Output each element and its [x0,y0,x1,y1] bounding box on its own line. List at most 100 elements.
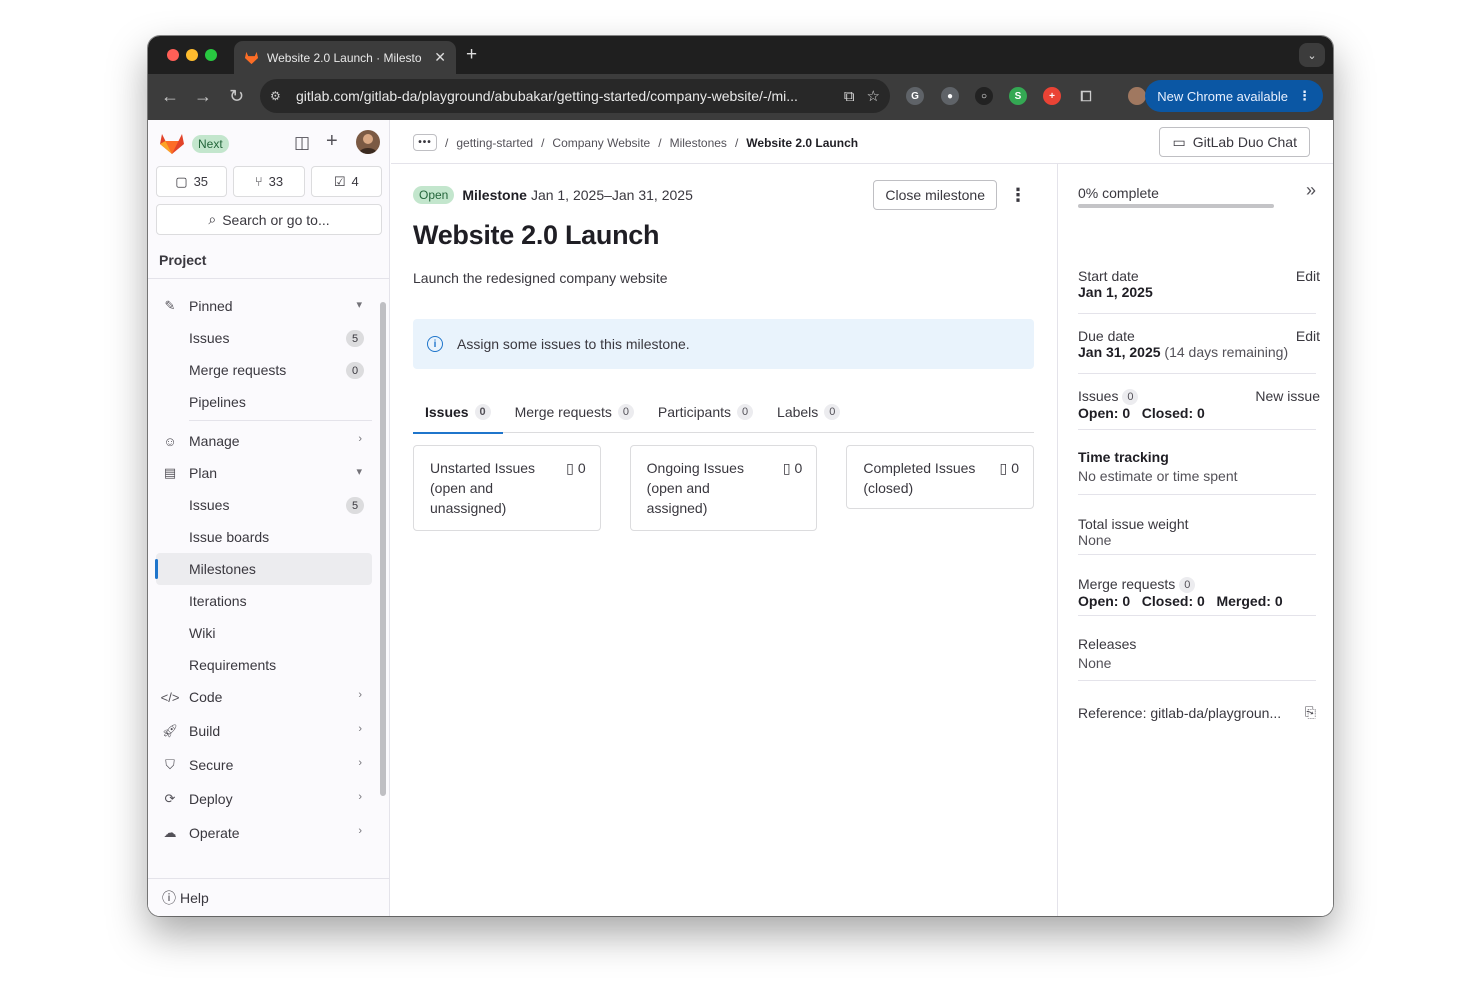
maximize-window-button[interactable] [205,49,217,61]
merge-requests-block: Merge requests 0 Open: 0 Closed: 0 Merged… [1078,576,1316,616]
red-extension-icon[interactable]: + [1043,87,1061,105]
issues-stats: Open: 0 Closed: 0 [1078,405,1316,421]
gitlab-page: Next ◫ + ▢ 35 ⑂ 33 ☑ 4 ⌕ Search or go to… [148,120,1333,916]
issues-count-badge: 0 [1122,389,1139,406]
sidebar-section-title: Project [159,252,207,268]
open-external-icon[interactable]: ⧉ [844,88,855,105]
sidebar-item-plan[interactable]: ▤ Plan ▾ [156,457,372,489]
tab-merge-requests[interactable]: Merge requests 0 [503,391,646,433]
search-button[interactable]: ⌕ Search or go to... [156,204,382,235]
sidebar-item-pinned-issues[interactable]: Issues 5 [156,322,372,354]
sidebar-item-wiki[interactable]: Wiki [156,617,372,649]
create-new-icon[interactable]: + [326,130,338,153]
sidebar-item-label: Iterations [189,593,247,609]
gitlab-logo-icon[interactable] [159,131,185,155]
count-badge: 0 [346,362,364,379]
browser-tab[interactable]: Website 2.0 Launch · Milesto ✕ [234,41,456,74]
more-actions-icon[interactable]: ⋮ [1009,185,1027,206]
sidebar-item-pinned[interactable]: ✎ Pinned ▾ [156,290,372,322]
dark-extension-icon[interactable]: ○ [975,87,993,105]
sidebar-item-operate[interactable]: ☁ Operate › [156,817,372,849]
user-avatar[interactable] [356,130,380,154]
status-badge: Open [413,186,455,204]
tab-participants[interactable]: Participants 0 [646,391,765,433]
right-sidebar: 0% complete » Start date Jan 1, 2025 Edi… [1057,164,1333,916]
forward-arrow-icon[interactable]: → [194,86,212,107]
breadcrumb-separator: / [658,135,662,150]
new-issue-link[interactable]: New issue [1255,388,1320,404]
toggle-sidebar-icon[interactable]: ◫ [294,133,310,153]
green-extension-icon[interactable]: S [1009,87,1027,105]
collapse-sidebar-icon[interactable]: » [1306,180,1316,201]
sidebar-header: Next ◫ + [156,128,382,160]
sidebar-item-milestones[interactable]: Milestones [155,553,372,585]
sidebar-item-label: Operate [189,825,240,841]
profile-avatar-icon[interactable] [1128,87,1146,105]
password-extension-icon[interactable]: ● [941,87,959,105]
sidebar-item-secure[interactable]: ⛉ Secure › [156,749,372,781]
site-settings-icon[interactable]: ⚙ [270,89,288,103]
breadcrumb-more-button[interactable]: ••• [413,134,437,151]
tab-issues[interactable]: Issues 0 [413,391,503,434]
extensions-puzzle-icon[interactable]: ⧠ [1077,87,1095,105]
breadcrumb-item[interactable]: Milestones [670,136,727,150]
new-chrome-label: New Chrome available [1157,88,1288,104]
back-arrow-icon[interactable]: ← [161,86,179,107]
sidebar-scrollbar[interactable] [380,302,386,796]
breadcrumb-separator: / [734,135,739,150]
sidebar-item-label: Secure [189,757,234,773]
close-tab-icon[interactable]: ✕ [434,49,446,66]
search-label: Search or go to... [222,211,330,228]
breadcrumb-item[interactable]: getting-started [456,136,533,150]
todos-button[interactable]: ☑ 4 [310,166,382,197]
breadcrumb-current[interactable]: Website 2.0 Launch [746,136,858,150]
bookmark-star-icon[interactable]: ☆ [867,87,880,105]
breadcrumb-item[interactable]: Company Website [552,136,650,150]
completed-issues-card: Completed Issues (closed) ▯ 0 [846,445,1035,509]
chat-icon: ▭ [1172,133,1186,150]
chevron-right-icon: › [358,433,362,445]
sidebar-item-deploy[interactable]: ⟳ Deploy › [156,783,372,815]
merge-requests-button[interactable]: ⑂ 33 [233,166,305,197]
sidebar-item-pipelines[interactable]: Pipelines [156,386,372,418]
help-button[interactable]: ⓘ Help [148,878,390,916]
tab-count: 0 [617,404,634,420]
new-tab-icon[interactable]: + [466,44,477,66]
milestone-description: Launch the redesigned company website [413,270,668,286]
next-badge[interactable]: Next [192,135,229,153]
sidebar-item-pinned-merge-requests[interactable]: Merge requests 0 [156,354,372,386]
sidebar-item-code[interactable]: </> Code › [156,681,372,713]
sidebar-item-label: Pipelines [189,394,246,410]
ongoing-issues-card: Ongoing Issues (open and assigned) ▯ 0 [629,445,818,531]
mr-open: Open: 0 [1078,593,1131,610]
issue-weight-label: Total issue weight [1078,516,1189,532]
assigned-issues-button[interactable]: ▢ 35 [156,166,228,197]
tab-search-chevron-icon[interactable]: ⌄ [1299,43,1325,67]
sidebar-item-requirements[interactable]: Requirements [156,649,372,681]
new-chrome-available-button[interactable]: New Chrome available ⋮ [1145,80,1323,112]
progress-bar [1078,204,1274,208]
minimize-window-button[interactable] [186,49,198,61]
sidebar-item-manage[interactable]: ☺ Manage › [156,425,372,457]
close-window-button[interactable] [167,49,179,61]
grammarly-extension-icon[interactable]: G [906,87,924,105]
edit-start-date-button[interactable]: Edit [1296,268,1320,284]
tab-label: Merge requests [514,404,612,420]
sidebar-item-issue-boards[interactable]: Issue boards [156,521,372,553]
sidebar-item-label: Deploy [189,791,233,807]
address-bar[interactable]: ⚙ gitlab.com/gitlab-da/playground/abubak… [260,79,890,113]
duo-chat-button[interactable]: ▭ GitLab Duo Chat [1159,127,1310,157]
time-tracking-block: Time tracking No estimate or time spent [1078,449,1316,495]
chrome-menu-icon[interactable]: ⋮ [1298,88,1311,104]
sidebar-item-plan-issues[interactable]: Issues 5 [156,489,372,521]
unstarted-issues-card: Unstarted Issues (open and unassigned) ▯… [413,445,601,531]
sidebar-item-build[interactable]: 🚀︎ Build › [156,715,372,747]
pin-icon: ✎ [164,298,176,313]
tab-count: 0 [824,404,841,420]
close-milestone-button[interactable]: Close milestone [873,180,997,210]
copy-icon[interactable]: ⎘ [1305,704,1316,721]
sidebar-item-iterations[interactable]: Iterations [156,585,372,617]
tab-labels[interactable]: Labels 0 [765,391,852,433]
reload-icon[interactable]: ↻ [229,86,244,107]
edit-due-date-button[interactable]: Edit [1296,328,1320,344]
